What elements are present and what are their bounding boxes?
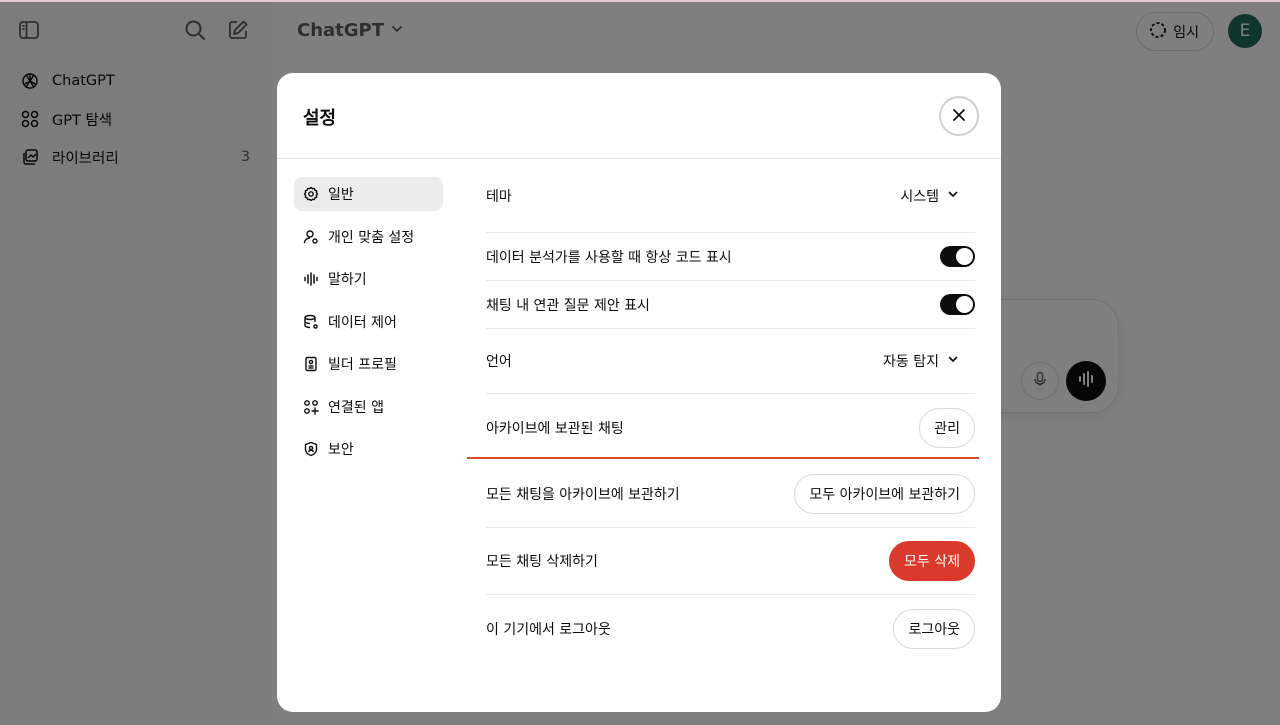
tab-builder-profile[interactable]: 빌더 프로필 bbox=[294, 347, 443, 381]
tab-security[interactable]: 보안 bbox=[294, 432, 443, 466]
code-display-row: 데이터 분석가를 사용할 때 항상 코드 표시 bbox=[486, 233, 975, 281]
tab-label: 개인 맞춤 설정 bbox=[328, 229, 415, 246]
suggestions-label: 채팅 내 연관 질문 제안 표시 bbox=[486, 297, 650, 314]
theme-value: 시스템 bbox=[900, 188, 939, 205]
suggestions-row: 채팅 내 연관 질문 제안 표시 bbox=[486, 281, 975, 329]
shield-icon bbox=[303, 441, 319, 457]
settings-content: 테마 시스템 데이터 분석가를 사용할 때 항상 코드 표시 채팅 내 연관 질… bbox=[486, 159, 975, 662]
top-accent-line bbox=[0, 0, 1280, 2]
tab-connected-apps[interactable]: 연결된 앱 bbox=[294, 390, 443, 424]
waveform-icon bbox=[303, 271, 319, 287]
settings-dialog: 설정 일반 개인 맞춤 설정 말하기 데이터 제어 빌더 프로필 연결된 앱 보… bbox=[277, 73, 1001, 712]
archive-all-row: 모든 채팅을 아카이브에 보관하기 모두 아카이브에 보관하기 bbox=[486, 461, 975, 528]
theme-dropdown[interactable]: 시스템 bbox=[900, 186, 959, 206]
tab-personalization[interactable]: 개인 맞춤 설정 bbox=[294, 220, 443, 254]
language-label: 언어 bbox=[486, 354, 512, 370]
delete-all-label: 모든 채팅 삭제하기 bbox=[486, 554, 598, 570]
tab-label: 보안 bbox=[328, 442, 354, 458]
highlight-underline bbox=[467, 457, 979, 459]
code-display-label: 데이터 분석가를 사용할 때 항상 코드 표시 bbox=[486, 249, 732, 266]
archive-all-label: 모든 채팅을 아카이브에 보관하기 bbox=[486, 487, 680, 503]
settings-header: 설정 bbox=[277, 73, 1001, 159]
language-row: 언어 자동 탐지 bbox=[486, 329, 975, 394]
close-button[interactable] bbox=[939, 96, 979, 136]
logout-button[interactable]: 로그아웃 bbox=[893, 608, 975, 649]
tab-general[interactable]: 일반 bbox=[294, 177, 443, 211]
logout-row: 이 기기에서 로그아웃 로그아웃 bbox=[486, 595, 975, 662]
tab-speech[interactable]: 말하기 bbox=[294, 262, 443, 296]
logout-label: 이 기기에서 로그아웃 bbox=[486, 621, 611, 638]
archived-chats-label: 아카이브에 보관된 채팅 bbox=[486, 420, 624, 437]
tab-label: 일반 bbox=[328, 187, 354, 203]
manage-button[interactable]: 관리 bbox=[919, 407, 975, 448]
tab-label: 말하기 bbox=[328, 272, 367, 288]
theme-row: 테마 시스템 bbox=[486, 159, 975, 233]
id-card-icon bbox=[303, 356, 319, 372]
person-settings-icon bbox=[303, 229, 319, 245]
delete-all-row: 모든 채팅 삭제하기 모두 삭제 bbox=[486, 528, 975, 595]
language-dropdown[interactable]: 자동 탐지 bbox=[883, 351, 959, 371]
archived-chats-row: 아카이브에 보관된 채팅 관리 bbox=[486, 394, 975, 461]
language-value: 자동 탐지 bbox=[883, 354, 939, 370]
close-icon bbox=[952, 107, 966, 126]
archive-all-button[interactable]: 모두 아카이브에 보관하기 bbox=[794, 474, 975, 514]
theme-label: 테마 bbox=[486, 188, 512, 205]
tab-label: 연결된 앱 bbox=[328, 399, 384, 416]
settings-title: 설정 bbox=[303, 108, 337, 129]
code-display-toggle[interactable] bbox=[940, 246, 975, 267]
tab-data-controls[interactable]: 데이터 제어 bbox=[294, 305, 443, 339]
gear-icon bbox=[303, 186, 319, 202]
suggestions-toggle[interactable] bbox=[940, 294, 975, 315]
apps-icon bbox=[303, 399, 319, 415]
database-icon bbox=[303, 314, 319, 330]
settings-tabs: 일반 개인 맞춤 설정 말하기 데이터 제어 빌더 프로필 연결된 앱 보안 bbox=[294, 177, 443, 475]
toggle-knob bbox=[956, 248, 973, 265]
chevron-down-icon bbox=[947, 353, 959, 369]
tab-label: 빌더 프로필 bbox=[328, 357, 397, 373]
delete-all-button[interactable]: 모두 삭제 bbox=[889, 541, 975, 581]
chevron-down-icon bbox=[947, 188, 959, 204]
toggle-knob bbox=[956, 296, 973, 313]
tab-label: 데이터 제어 bbox=[328, 314, 397, 331]
